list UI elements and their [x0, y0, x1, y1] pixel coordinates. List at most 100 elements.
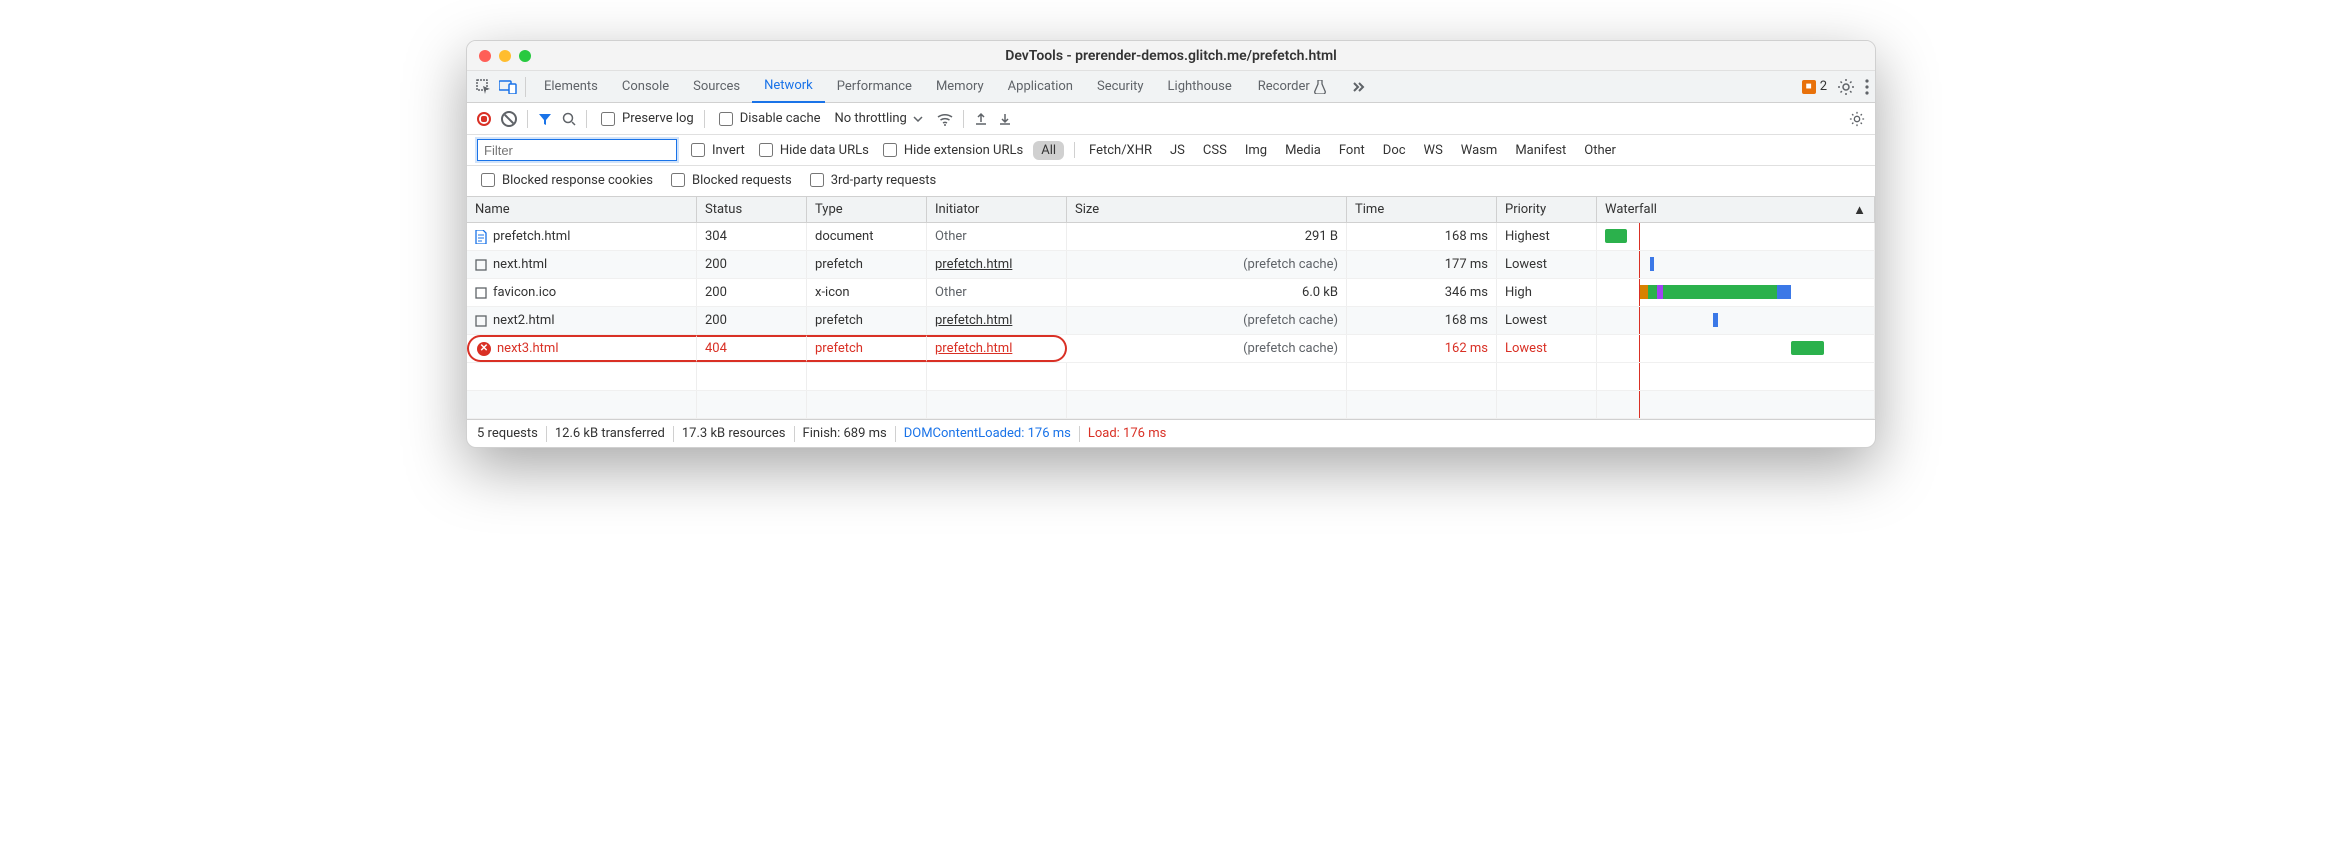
tab-sources[interactable]: Sources — [681, 71, 752, 103]
row-priority: Lowest — [1497, 335, 1597, 362]
table-row[interactable]: favicon.ico200x-iconOther6.0 kB346 msHig… — [467, 279, 1875, 307]
throttling-select[interactable]: No throttling — [831, 111, 927, 126]
download-icon — [998, 112, 1012, 126]
divider — [1079, 426, 1080, 442]
resource-icon — [475, 259, 487, 271]
row-name: next3.html — [497, 341, 558, 356]
filter-chip-font[interactable]: Font — [1335, 141, 1369, 160]
table-row[interactable]: next.html200prefetchprefetch.html(prefet… — [467, 251, 1875, 279]
chevron-down-icon — [913, 116, 923, 122]
third-party-checkbox[interactable]: 3rd-party requests — [806, 170, 937, 190]
kebab-icon — [1865, 79, 1869, 95]
invert-checkbox[interactable]: Invert — [687, 140, 745, 160]
network-toolbar: Preserve log Disable cache No throttling — [467, 103, 1875, 135]
issues-button[interactable]: ■ 2 — [1802, 79, 1827, 94]
row-time: 168 ms — [1347, 223, 1497, 250]
filter-chip-other[interactable]: Other — [1580, 141, 1620, 160]
row-priority: Lowest — [1497, 251, 1597, 278]
tab-security[interactable]: Security — [1085, 71, 1156, 103]
record-button[interactable] — [477, 112, 491, 126]
filter-chip-media[interactable]: Media — [1281, 141, 1325, 160]
row-initiator[interactable]: prefetch.html — [927, 335, 1067, 362]
col-type[interactable]: Type — [807, 197, 927, 222]
preserve-log-checkbox[interactable]: Preserve log — [597, 109, 694, 129]
row-waterfall — [1597, 223, 1875, 250]
close-window-button[interactable] — [479, 50, 491, 62]
tab-performance[interactable]: Performance — [825, 71, 924, 103]
row-initiator[interactable]: prefetch.html — [927, 251, 1067, 278]
resource-icon — [475, 287, 487, 299]
row-status: 200 — [697, 251, 807, 278]
tab-recorder[interactable]: Recorder — [1246, 71, 1338, 103]
row-initiator[interactable]: prefetch.html — [927, 307, 1067, 334]
row-size: 291 B — [1067, 223, 1347, 250]
minimize-window-button[interactable] — [499, 50, 511, 62]
blocked-requests-checkbox[interactable]: Blocked requests — [667, 170, 792, 190]
tab-memory[interactable]: Memory — [924, 71, 996, 103]
panel-tabstrip: ElementsConsoleSourcesNetworkPerformance… — [467, 71, 1875, 103]
tab-lighthouse[interactable]: Lighthouse — [1156, 71, 1244, 103]
device-toolbar-icon[interactable] — [497, 76, 519, 98]
tab-console[interactable]: Console — [610, 71, 681, 103]
upload-icon — [974, 112, 988, 126]
filter-input[interactable] — [477, 139, 677, 161]
filter-chip-wasm[interactable]: Wasm — [1457, 141, 1502, 160]
filter-toggle-button[interactable] — [538, 112, 552, 126]
row-time: 162 ms — [1347, 335, 1497, 362]
titlebar: DevTools - prerender-demos.glitch.me/pre… — [467, 41, 1875, 71]
blocked-cookies-checkbox[interactable]: Blocked response cookies — [477, 170, 653, 190]
filter-chip-css[interactable]: CSS — [1199, 141, 1231, 160]
col-waterfall[interactable]: Waterfall▲ — [1597, 197, 1875, 222]
tab-application[interactable]: Application — [996, 71, 1085, 103]
divider — [546, 426, 547, 442]
kebab-menu-button[interactable] — [1865, 79, 1869, 95]
filter-chip-all[interactable]: All — [1033, 141, 1064, 160]
network-settings-button[interactable] — [1849, 111, 1865, 127]
tab-network[interactable]: Network — [752, 71, 825, 103]
divider — [794, 426, 795, 442]
col-time[interactable]: Time — [1347, 197, 1497, 222]
col-size[interactable]: Size — [1067, 197, 1347, 222]
settings-button[interactable] — [1837, 78, 1855, 96]
row-size: 6.0 kB — [1067, 279, 1347, 306]
table-row[interactable]: prefetch.html304documentOther291 B168 ms… — [467, 223, 1875, 251]
filter-chip-fetchxhr[interactable]: Fetch/XHR — [1085, 141, 1156, 160]
filter-chip-manifest[interactable]: Manifest — [1511, 141, 1570, 160]
more-tabs-button[interactable] — [1340, 71, 1378, 103]
devtools-window: DevTools - prerender-demos.glitch.me/pre… — [466, 40, 1876, 448]
col-priority[interactable]: Priority — [1497, 197, 1597, 222]
row-priority: Highest — [1497, 223, 1597, 250]
network-conditions-button[interactable] — [937, 112, 953, 126]
table-row[interactable]: ✕next3.html404prefetchprefetch.html(pref… — [467, 335, 1875, 363]
gear-icon — [1837, 78, 1855, 96]
inspect-element-icon[interactable] — [473, 76, 495, 98]
col-initiator[interactable]: Initiator — [927, 197, 1067, 222]
row-time: 177 ms — [1347, 251, 1497, 278]
import-har-button[interactable] — [998, 112, 1012, 126]
col-status[interactable]: Status — [697, 197, 807, 222]
filter-chip-ws[interactable]: WS — [1420, 141, 1447, 160]
disable-cache-checkbox[interactable]: Disable cache — [715, 109, 821, 129]
funnel-icon — [538, 112, 552, 126]
filter-chip-doc[interactable]: Doc — [1379, 141, 1410, 160]
filter-chip-js[interactable]: JS — [1166, 141, 1189, 160]
col-name[interactable]: Name — [467, 197, 697, 222]
table-header: Name Status Type Initiator Size Time Pri… — [467, 197, 1875, 223]
export-har-button[interactable] — [974, 112, 988, 126]
hide-extension-urls-checkbox[interactable]: Hide extension URLs — [879, 140, 1023, 160]
tab-elements[interactable]: Elements — [532, 71, 610, 103]
row-size: (prefetch cache) — [1067, 335, 1347, 362]
clear-button[interactable] — [501, 111, 517, 127]
divider — [963, 110, 964, 128]
filter-chip-img[interactable]: Img — [1241, 141, 1271, 160]
network-table: Name Status Type Initiator Size Time Pri… — [467, 197, 1875, 419]
row-type: prefetch — [807, 335, 927, 362]
hide-data-urls-checkbox[interactable]: Hide data URLs — [755, 140, 869, 160]
search-button[interactable] — [562, 112, 576, 126]
row-status: 200 — [697, 307, 807, 334]
table-row[interactable]: next2.html200prefetchprefetch.html(prefe… — [467, 307, 1875, 335]
status-dcl: DOMContentLoaded: 176 ms — [904, 426, 1071, 441]
zoom-window-button[interactable] — [519, 50, 531, 62]
row-size: (prefetch cache) — [1067, 251, 1347, 278]
preserve-log-label: Preserve log — [622, 111, 694, 126]
